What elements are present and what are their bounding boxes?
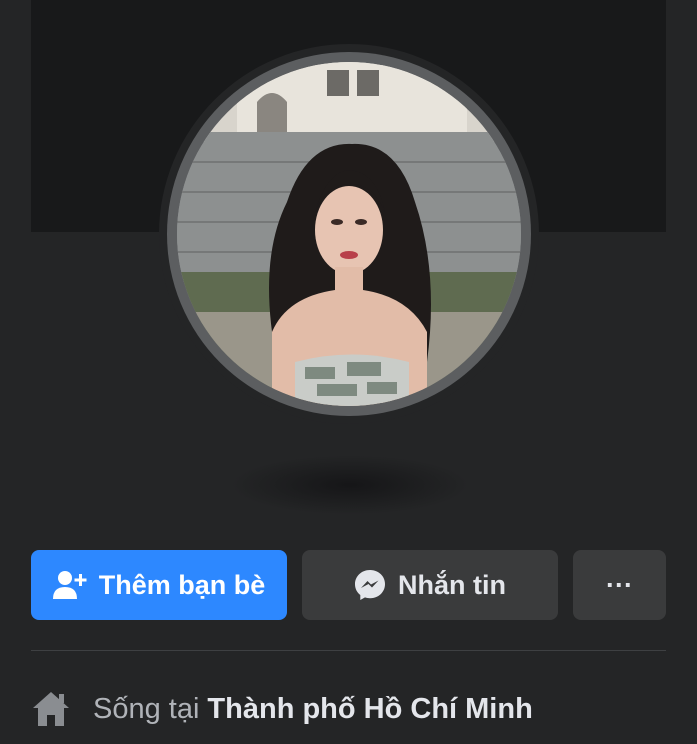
message-button[interactable]: Nhắn tin bbox=[302, 550, 558, 620]
home-icon bbox=[31, 690, 71, 728]
messenger-icon bbox=[354, 569, 386, 601]
person-add-icon bbox=[52, 570, 87, 600]
section-divider bbox=[31, 650, 666, 651]
add-friend-button[interactable]: Thêm bạn bè bbox=[31, 550, 287, 620]
lives-in-prefix: Sống tại bbox=[93, 692, 200, 725]
profile-avatar[interactable] bbox=[177, 62, 521, 406]
lives-in-city[interactable]: Thành phố Hồ Chí Minh bbox=[207, 693, 532, 726]
more-icon: ··· bbox=[606, 569, 633, 600]
profile-name-blurred bbox=[230, 455, 470, 515]
more-options-button[interactable]: ··· bbox=[573, 550, 666, 620]
message-label: Nhắn tin bbox=[398, 569, 506, 600]
add-friend-label: Thêm bạn bè bbox=[98, 569, 266, 600]
avatar-photo bbox=[177, 62, 521, 406]
lives-in-row: Sống tại Thành phố Hồ Chí Minh bbox=[31, 684, 533, 734]
profile-page: Thêm bạn bè Nhắn tin ··· Sống tại Thành … bbox=[0, 0, 697, 744]
